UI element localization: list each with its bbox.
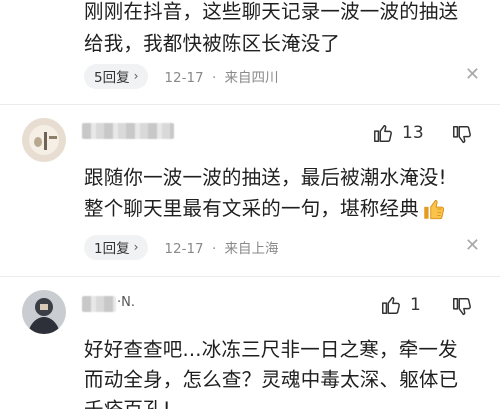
- like-button[interactable]: 1: [380, 294, 421, 316]
- comment-location: 来自上海: [224, 241, 279, 257]
- avatar-image: [22, 118, 66, 162]
- thumbs-up-icon: [382, 296, 400, 314]
- reply-button[interactable]: 1回复 ›: [84, 234, 149, 260]
- close-icon[interactable]: ✕: [465, 64, 480, 85]
- close-icon[interactable]: ✕: [465, 235, 480, 256]
- avatar[interactable]: [22, 118, 66, 162]
- reply-count: 1回复: [94, 241, 130, 257]
- thumbs-up-emoji: [424, 199, 445, 220]
- comment-date: 12-17: [164, 241, 204, 257]
- like-count: 1: [410, 295, 421, 315]
- reply-count: 5回复: [94, 70, 130, 86]
- comment-text-line: 千疮百孔!: [84, 396, 171, 409]
- username-blurred[interactable]: [82, 123, 174, 139]
- like-button[interactable]: 13: [372, 122, 424, 144]
- dislike-button[interactable]: [451, 124, 473, 150]
- dislike-button[interactable]: [451, 296, 473, 322]
- comment-text-line: 整个聊天里最有文采的一句，堪称经典: [84, 197, 419, 220]
- comment-text-line: 给我，我都快被陈区长淹没了: [84, 32, 341, 55]
- thumbs-down-icon: [453, 298, 471, 316]
- comment-location: 来自四川: [224, 70, 279, 86]
- chevron-right-icon: ›: [133, 240, 139, 254]
- comment-text-line: 跟随你一波一波的抽送，最后被潮水淹没!: [84, 166, 447, 189]
- divider: [0, 276, 500, 277]
- comment-text-line: 刚刚在抖音，这些聊天记录一波一波的抽送: [84, 0, 459, 23]
- username[interactable]: ·N.: [117, 295, 135, 310]
- username-blurred[interactable]: [82, 296, 116, 312]
- chevron-right-icon: ›: [133, 69, 139, 83]
- thumbs-up-icon: [374, 124, 392, 142]
- reply-button[interactable]: 5回复 ›: [84, 63, 149, 89]
- comment-meta: 5回复 › 12-17 · 来自四川: [84, 62, 279, 90]
- avatar[interactable]: [22, 290, 66, 334]
- divider: [0, 104, 500, 105]
- avatar-image: [22, 290, 66, 334]
- comment-text-line: 好好查查吧...冰冻三尺非一日之寒，牵一发: [84, 338, 458, 361]
- like-count: 13: [402, 123, 424, 143]
- comment-meta: 1回复 › 12-17 · 来自上海: [84, 233, 279, 261]
- comment-text-line: 而动全身，怎么查？灵魂中毒太深、躯体已: [84, 368, 459, 391]
- comment-date: 12-17: [164, 70, 204, 86]
- thumbs-down-icon: [453, 126, 471, 144]
